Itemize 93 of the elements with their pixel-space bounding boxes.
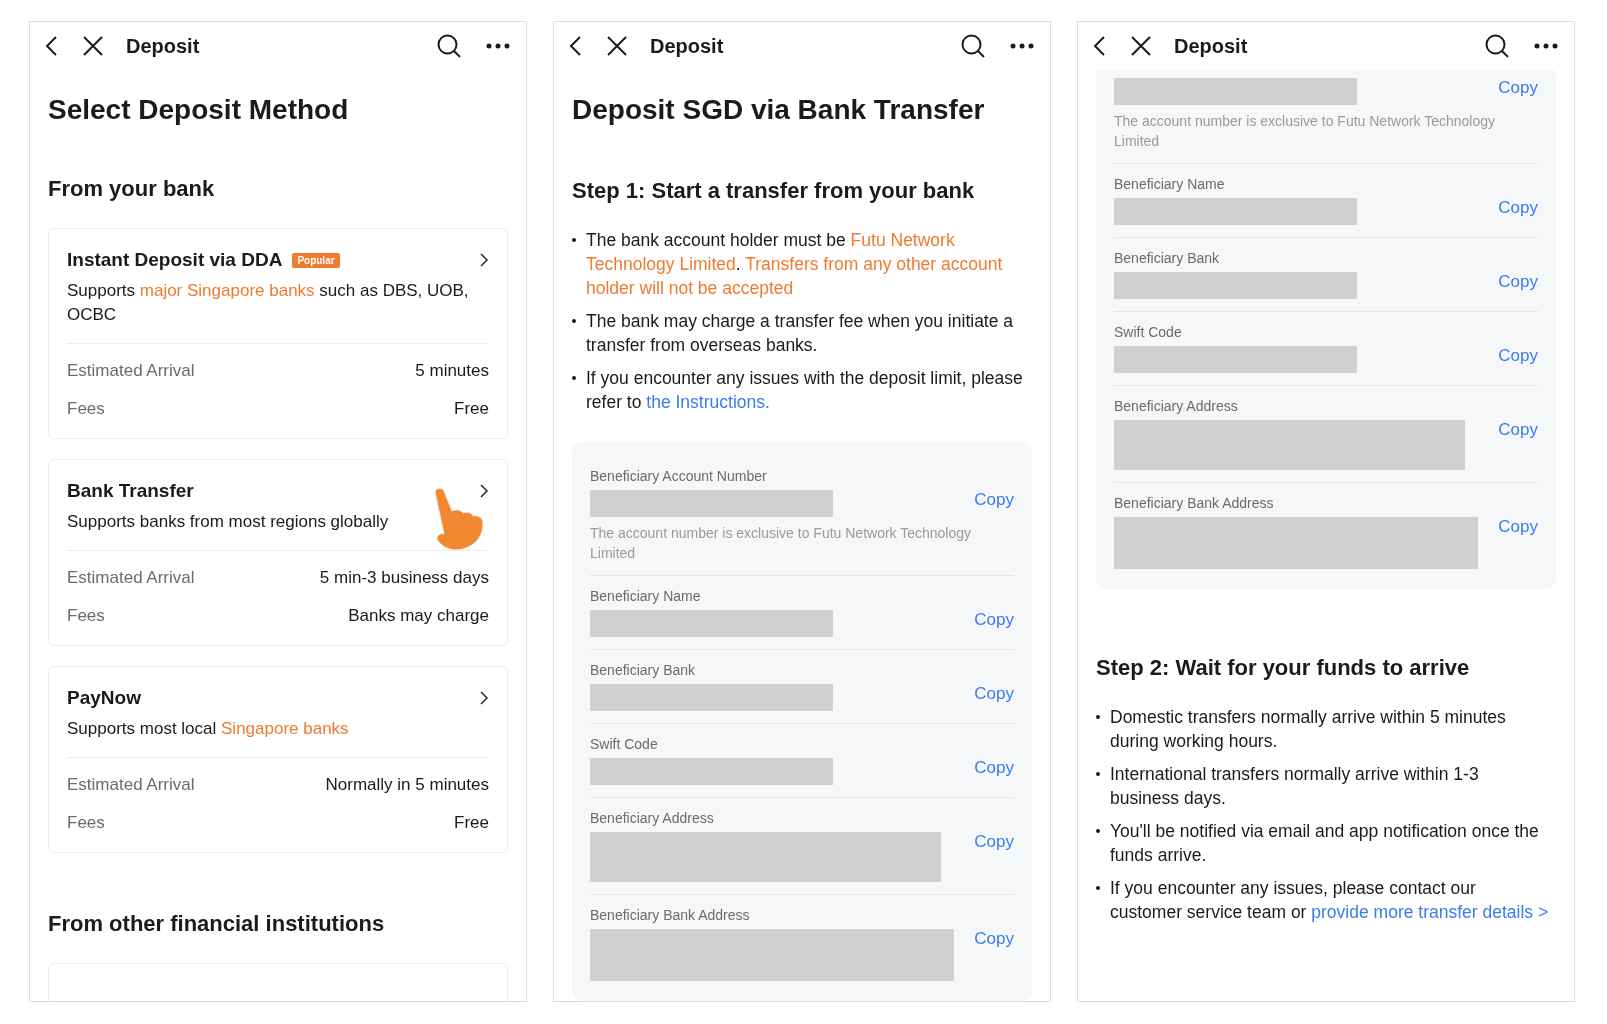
- search-icon: [436, 33, 462, 59]
- bullet-text: The bank account holder must be Futu Network Technology Limited. Transfers from any other account holder will not be accepted: [586, 229, 1004, 301]
- page-title: Deposit SGD via Bank Transfer: [572, 93, 986, 127]
- link[interactable]: the Instructions.: [646, 392, 770, 413]
- section-heading: From your bank: [48, 176, 216, 203]
- open-button[interactable]: [479, 483, 489, 500]
- open-button[interactable]: [479, 252, 489, 269]
- header-title: Deposit: [1174, 34, 1249, 58]
- copy-button[interactable]: Copy: [1498, 272, 1538, 292]
- header-title: Deposit: [126, 34, 201, 58]
- field-label: Swift Code: [1114, 324, 1183, 340]
- bullet-text: If you encounter any issues, please contact our customer service team or provide more transfer details >: [1110, 877, 1550, 924]
- detail-value: 5 minutes: [415, 361, 489, 382]
- method-card[interactable]: PayNow Supports most local Singapore banks Estimated Arrival Normally in 5 minutes Fees Free: [48, 666, 508, 854]
- field-label: Beneficiary Address: [590, 810, 715, 827]
- chevron-right-icon: [479, 483, 489, 500]
- detail-value: Banks may charge: [348, 606, 489, 627]
- search-icon: [1484, 33, 1510, 59]
- bullet-icon: [572, 238, 576, 243]
- bullet-icon: [1096, 772, 1100, 776]
- field-label: Beneficiary Address: [1114, 398, 1239, 414]
- field-label: Beneficiary Bank Address: [1114, 495, 1275, 511]
- bullet-icon: [1096, 715, 1100, 719]
- more-button[interactable]: [1008, 41, 1036, 51]
- more-button[interactable]: [484, 41, 512, 51]
- detail-value: Free: [454, 813, 489, 834]
- copy-button[interactable]: Copy: [974, 832, 1014, 853]
- detail-label: Estimated Arrival: [67, 568, 195, 589]
- copy-button[interactable]: Copy: [974, 758, 1014, 779]
- detail-label: Fees: [67, 813, 105, 834]
- copy-button[interactable]: Copy: [974, 490, 1014, 511]
- copy-button[interactable]: Copy: [974, 684, 1014, 705]
- method-card[interactable]: Bank Transfer Supports banks from most regions globally Estimated Arrival 5 min-3 business days Fees Banks may charge: [48, 459, 508, 647]
- back-icon: [568, 35, 582, 57]
- copy-button[interactable]: Copy: [1498, 517, 1538, 537]
- bullet-text: If you encounter any issues with the deposit limit, please refer to the Instructions.: [586, 367, 1024, 415]
- more-button[interactable]: [1532, 41, 1560, 51]
- detail-label: Estimated Arrival: [67, 361, 195, 382]
- link[interactable]: provide more transfer details >: [1311, 902, 1549, 922]
- detail-label: Fees: [67, 399, 105, 420]
- field-label: Beneficiary Account Number: [590, 468, 768, 485]
- bullet-icon: [1096, 886, 1100, 890]
- section-heading: From other financial institutions: [48, 911, 386, 938]
- header-title: Deposit: [650, 34, 725, 58]
- step-heading: Step 2: Wait for your funds to arrive: [1096, 655, 1471, 681]
- copy-button[interactable]: Copy: [974, 610, 1014, 631]
- method-name: Instant Deposit via DDA: [67, 249, 283, 272]
- search-icon: [960, 33, 986, 59]
- close-icon: [606, 35, 628, 57]
- bullet-text: International transfers normally arrive within 1-3 business days.: [1110, 763, 1480, 810]
- detail-label: Fees: [67, 606, 105, 627]
- field-note: The account number is exclusive to Futu Network Technology Limited: [590, 524, 973, 564]
- method-description: Supports major Singapore banks such as DBS, UOB, OCBC: [67, 280, 470, 327]
- field-label: Beneficiary Name: [590, 588, 702, 605]
- step-heading: Step 1: Start a transfer from your bank: [572, 178, 976, 205]
- back-icon: [1092, 35, 1106, 57]
- field-label: Swift Code: [590, 736, 659, 753]
- field-label: Beneficiary Bank Address: [590, 907, 751, 924]
- more-icon: [1534, 43, 1558, 49]
- method-name: Bank Transfer: [67, 480, 194, 503]
- detail-value: 5 min-3 business days: [319, 568, 489, 589]
- popular-badge: Popular: [292, 252, 340, 268]
- detail-value: Free: [454, 399, 489, 420]
- method-description: Supports most local Singapore banks: [67, 718, 350, 741]
- close-icon: [82, 35, 104, 57]
- method-card[interactable]: Instant Deposit via DDA Popular Supports major Singapore banks such as DBS, UOB, OCBC Estimated Arrival 5 minutes Fees Free: [48, 228, 508, 440]
- field-label: Beneficiary Name: [1114, 176, 1226, 192]
- open-button[interactable]: [479, 690, 489, 707]
- chevron-right-icon: [479, 690, 489, 707]
- copy-button[interactable]: Copy: [974, 929, 1014, 950]
- bullet-text: You'll be notified via email and app notification once the funds arrive.: [1110, 820, 1540, 867]
- copy-button[interactable]: Copy: [1498, 198, 1538, 218]
- field-note: The account number is exclusive to Futu Network Technology Limited: [1114, 112, 1497, 151]
- more-icon: [1010, 43, 1034, 49]
- bullet-icon: [572, 319, 576, 324]
- page-title: Select Deposit Method: [48, 93, 350, 127]
- bullet-icon: [572, 376, 576, 381]
- bullet-text: The bank may charge a transfer fee when you initiate a transfer from overseas banks.: [586, 310, 1015, 358]
- detail-value: Normally in 5 minutes: [325, 775, 489, 796]
- bullet-text: Domestic transfers normally arrive within 5 minutes during working hours.: [1110, 706, 1507, 753]
- back-icon: [44, 35, 58, 57]
- copy-button[interactable]: Copy: [1498, 420, 1538, 440]
- method-name: PayNow: [67, 687, 141, 710]
- detail-label: Estimated Arrival: [67, 775, 195, 796]
- close-icon: [1130, 35, 1152, 57]
- field-label: Beneficiary Bank: [590, 662, 697, 679]
- field-label: Beneficiary Bank: [1114, 250, 1221, 266]
- chevron-right-icon: [479, 252, 489, 269]
- copy-button[interactable]: Copy: [1498, 78, 1538, 98]
- copy-button[interactable]: Copy: [1498, 346, 1538, 366]
- bullet-icon: [1096, 829, 1100, 833]
- more-icon: [486, 43, 510, 49]
- method-description: Supports banks from most regions globally: [67, 511, 390, 534]
